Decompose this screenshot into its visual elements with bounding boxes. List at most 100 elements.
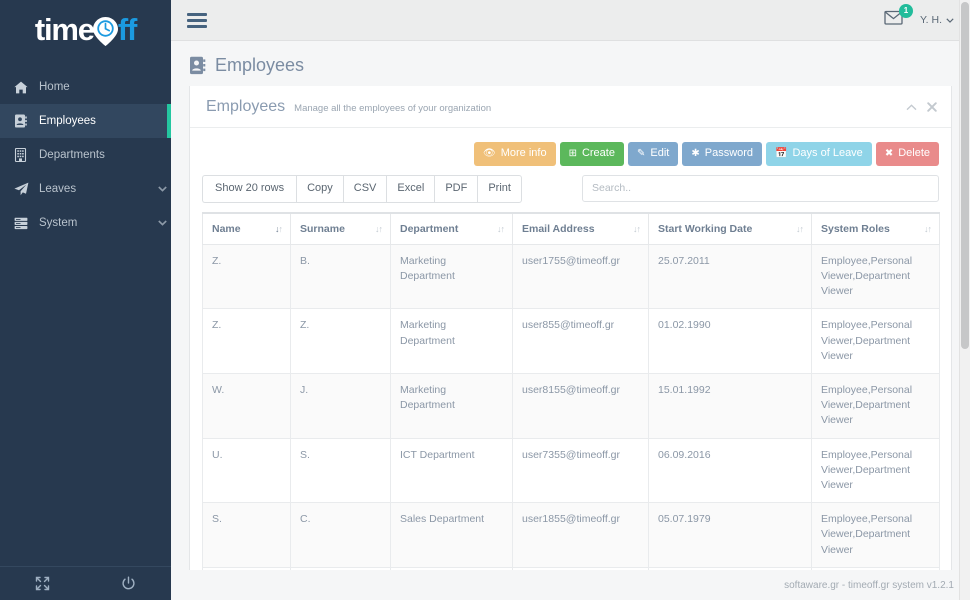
cell-surname: J. [290,372,391,439]
cell-roles: Employee,Personal Viewer,Department View… [811,566,940,570]
column-header-surname[interactable]: Surname ↓↑ [290,211,391,245]
card-title: Employees [206,98,286,115]
column-label: Email Address [522,222,595,235]
chevron-down-icon [153,186,171,192]
expand-arrows-icon[interactable] [0,567,86,600]
sidebar-item-label: Home [39,81,70,93]
column-header-department[interactable]: Department ↓↑ [390,211,513,245]
table-export-buttons: Show 20 rows Copy CSV Excel PDF Print [202,175,522,203]
create-button[interactable]: ⊞ Create [559,142,624,166]
chevron-down-icon [946,14,954,26]
days-of-leave-button[interactable]: 📅 Days of Leave [766,142,872,166]
cell-email: user1755@timeoff.gr [512,243,649,310]
cell-roles: Employee,Personal Viewer,Department View… [811,308,940,374]
password-button[interactable]: ✱ Password [682,142,763,166]
sort-icon: ↓↑ [924,223,932,234]
button-label: Delete [898,147,930,159]
page-title: Employees [215,55,305,75]
table-toolbar: Show 20 rows Copy CSV Excel PDF Print [202,173,939,212]
logo-pin-clock-icon [92,15,119,46]
column-header-start-date[interactable]: Start Working Date ↓↑ [648,211,812,245]
column-header-email[interactable]: Email Address ↓↑ [512,211,649,245]
table-row[interactable]: Z. Z. Marketing Department user855@timeoff.… [202,308,940,374]
column-label: Surname [300,222,345,235]
cell-start-date: 01.06.2020 [648,566,812,570]
excel-button[interactable]: Excel [386,175,435,203]
pdf-button[interactable]: PDF [434,175,478,203]
print-button[interactable]: Print [477,175,522,203]
column-label: Department [400,222,459,235]
cell-department: ICT Department [390,437,513,504]
close-icon[interactable] [927,101,937,115]
power-icon[interactable] [86,567,172,600]
sidebar: time ff Home Employees Departments Leave… [0,0,171,600]
cell-email: user7355@timeoff.gr [512,437,649,504]
search-container [582,175,939,203]
page-footer: softaware.gr - timeoff.gr system v1.2.1 [171,570,970,600]
cell-department: Sales Department [390,502,513,568]
table-row[interactable]: W. J. Marketing Department user8155@timeoff… [202,372,940,439]
brand-logo[interactable]: time ff [0,0,171,56]
main-area: 1 Y. H. Employees Employees Manage all t… [171,0,970,600]
sidebar-item-system[interactable]: System [0,206,171,240]
sidebar-item-departments[interactable]: Departments [0,138,171,172]
button-label: Password [704,147,754,159]
cell-name: U. [202,437,291,504]
vertical-scrollbar[interactable] [959,0,970,600]
card-header: Employees Manage all the employees of yo… [190,86,951,128]
button-label: More info [500,147,547,159]
building-icon [14,148,36,162]
calendar-icon: 📅 [775,147,788,159]
table-head: Name ↓↑ Surname ↓↑ Department ↓↑ Email A… [202,211,940,245]
sidebar-item-leaves[interactable]: Leaves [0,172,171,206]
scrollbar-thumb[interactable] [961,2,969,349]
sidebar-item-label: System [39,217,78,229]
cell-name: S. [202,502,291,568]
cell-department: Marketing Department [390,566,513,570]
table-body: Z. B. Marketing Department user1755@timeoff… [202,243,940,570]
cell-roles: Employee,Personal Viewer,Department View… [811,372,940,439]
envelope-icon[interactable]: 1 [884,4,914,31]
chevron-up-icon[interactable] [906,102,917,114]
search-input[interactable] [582,175,939,203]
column-header-system-roles[interactable]: System Roles ↓↑ [811,211,940,245]
button-label: Create [581,147,615,159]
column-header-name[interactable]: Name ↓↑ [202,211,291,245]
more-info-button[interactable]: 👁 More info [474,142,556,166]
cell-name: W. [202,372,291,439]
topbar: 1 Y. H. [171,0,970,41]
column-label: Start Working Date [658,222,753,235]
cell-name: S. [202,566,291,570]
sort-icon: ↓↑ [796,223,804,234]
table-row[interactable]: S. C. Sales Department user1855@timeoff.gr 0… [202,502,940,568]
page-header: Employees [171,41,970,86]
cell-start-date: 06.09.2016 [648,437,812,504]
sort-icon: ↓↑ [497,223,505,234]
csv-button[interactable]: CSV [342,175,387,203]
user-menu[interactable]: Y. H. [920,14,954,26]
cell-start-date: 05.07.1979 [648,502,812,568]
cell-surname: Z. [290,308,391,374]
table-row[interactable]: Z. B. Marketing Department user1755@timeoff… [202,243,940,310]
hamburger-menu-icon[interactable] [187,12,207,28]
edit-button[interactable]: ✎ Edit [627,142,679,166]
cell-department: Marketing Department [390,308,513,374]
app-root: time ff Home Employees Departments Leave… [0,0,970,600]
logo-text-time: time [34,12,95,47]
sidebar-item-employees[interactable]: Employees [0,104,171,138]
employees-card: Employees Manage all the employees of yo… [189,86,952,570]
show-rows-button[interactable]: Show 20 rows [202,175,297,203]
table-row[interactable]: U. S. ICT Department user7355@timeoff.gr 06.… [202,437,940,504]
chevron-down-icon [153,220,171,226]
times-icon: ✖ [884,147,894,159]
cell-surname: J. [290,566,391,570]
cell-surname: C. [290,502,391,568]
copy-button[interactable]: Copy [296,175,343,203]
employees-table: Name ↓↑ Surname ↓↑ Department ↓↑ Email A… [202,211,940,570]
delete-button[interactable]: ✖ Delete [875,142,939,166]
cell-department: Marketing Department [390,372,513,439]
card-tools [906,101,937,115]
table-row[interactable]: S.J.Marketing Departmentuser11355@timeof… [202,566,940,570]
sidebar-item-home[interactable]: Home [0,70,171,104]
footer-text: softaware.gr - timeoff.gr system v1.2.1 [784,579,954,591]
